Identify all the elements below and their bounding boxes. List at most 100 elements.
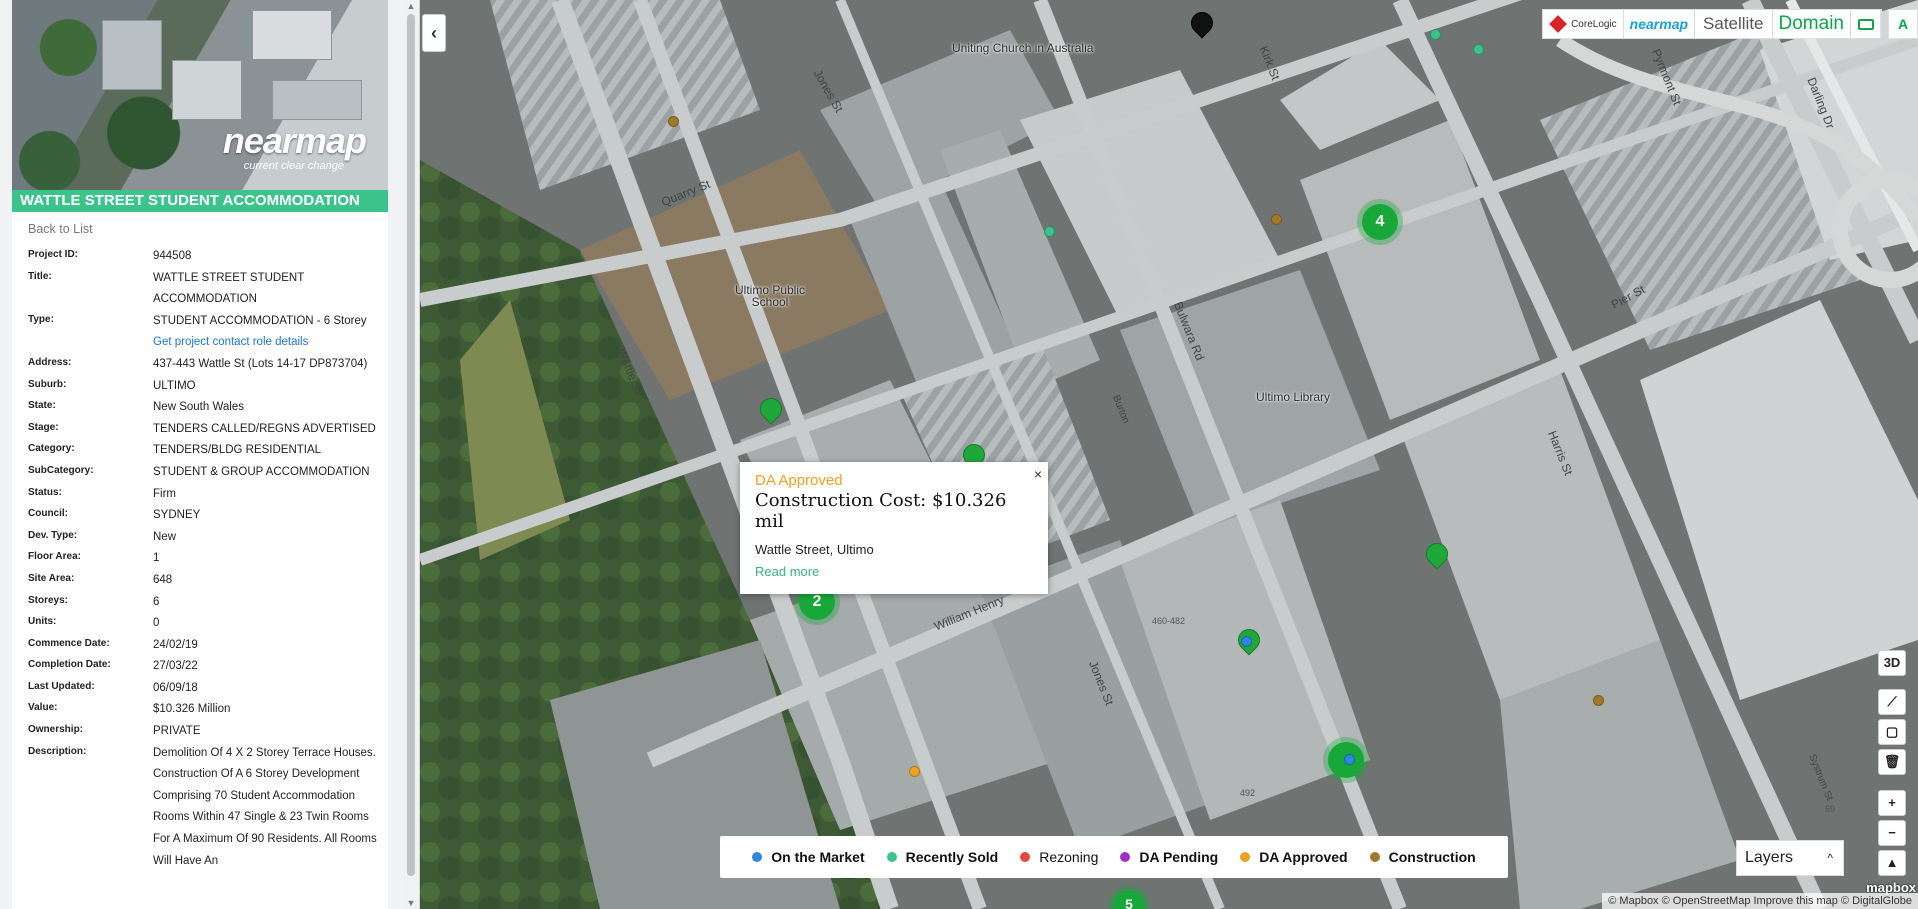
- detail-row: SubCategory: STUDENT & GROUP ACCOMMODATIO…: [28, 462, 388, 484]
- detail-value-text: 437-443 Wattle St (Lots 14-17 DP873704): [153, 357, 368, 370]
- detail-value: TENDERS/BLDG RESIDENTIAL: [153, 440, 381, 462]
- detail-label: Ownership:: [28, 724, 84, 736]
- detail-value-text: Firm: [153, 487, 176, 500]
- legend-label: Construction: [1388, 849, 1476, 865]
- on-market-dot[interactable]: [1344, 754, 1355, 765]
- contact-role-details-link[interactable]: Get project contact role details: [153, 332, 381, 354]
- legend-item[interactable]: Construction: [1369, 849, 1476, 865]
- nearmap-watermark-tagline: current clear change: [243, 160, 344, 172]
- read-more-link[interactable]: Read more: [755, 564, 1033, 579]
- school-label: Ultimo Public School: [734, 283, 806, 309]
- detail-value-text: 6: [153, 595, 160, 608]
- detail-value: Firm: [153, 484, 381, 506]
- detail-value-text: 648: [153, 573, 173, 586]
- legend-item[interactable]: DA Approved: [1240, 849, 1348, 865]
- legend-item[interactable]: Recently Sold: [886, 849, 998, 865]
- detail-value: 0: [153, 613, 381, 635]
- recently-sold-dot[interactable]: [1044, 226, 1055, 237]
- detail-row: Title: WATTLE STREET STUDENT ACCOMMODATIO…: [28, 268, 388, 311]
- corelogic-button[interactable]: CoreLogic: [1543, 10, 1624, 38]
- map-attribution[interactable]: © Mapbox © OpenStreetMap Improve this ma…: [1602, 893, 1918, 909]
- detail-row: Ownership: PRIVATE: [28, 721, 388, 743]
- detail-value: 6: [153, 592, 381, 614]
- detail-value-text: Demolition Of 4 X 2 Storey Terrace House…: [153, 746, 377, 867]
- detail-label: Type:: [28, 313, 54, 325]
- detail-label: Last Updated:: [28, 680, 95, 692]
- trash-icon: 🗑: [1883, 754, 1901, 769]
- detail-label: Dev. Type:: [28, 529, 78, 541]
- sidebar-content: nearmap current clear change WATTLE STRE…: [12, 0, 388, 909]
- corelogic-logo-icon: [1549, 15, 1567, 33]
- detail-value: 06/09/18: [153, 678, 381, 700]
- detail-label: Title:: [28, 270, 52, 282]
- detail-value: $10.326 Million: [153, 699, 381, 721]
- nearmap-button[interactable]: nearmap: [1624, 10, 1696, 38]
- detail-row: Address: 437-443 Wattle St (Lots 14-17 DP…: [28, 354, 388, 376]
- detail-value-text: PRIVATE: [153, 725, 201, 738]
- detail-label: Value:: [28, 702, 58, 714]
- chevron-left-icon: ‹: [431, 23, 437, 43]
- detail-value: PRIVATE: [153, 721, 381, 743]
- close-popup-icon[interactable]: ×: [1034, 466, 1042, 482]
- legend-dot-icon: [886, 852, 897, 862]
- zoom-in-button[interactable]: +: [1878, 790, 1906, 816]
- recently-sold-dot[interactable]: [1473, 44, 1484, 55]
- detail-value: 944508: [153, 246, 381, 268]
- delete-drawing-button[interactable]: 🗑: [1878, 749, 1906, 775]
- domain-button[interactable]: Domain: [1773, 10, 1851, 38]
- on-market-dot[interactable]: [1241, 636, 1252, 647]
- legend-item[interactable]: DA Pending: [1120, 849, 1218, 865]
- detail-row: Council: SYDNEY: [28, 505, 388, 527]
- sidebar-scrollbar[interactable]: ▲ ▼: [404, 0, 418, 909]
- recently-sold-dot[interactable]: [1430, 29, 1441, 40]
- id-card-icon: [1857, 18, 1874, 30]
- collapse-sidebar-button[interactable]: ‹: [422, 14, 446, 52]
- legend-dot-icon: [1240, 852, 1251, 862]
- church-label: Uniting Church in Australia: [952, 41, 1094, 55]
- cluster-marker[interactable]: 4: [1362, 204, 1398, 240]
- detail-row: Type: STUDENT ACCOMMODATION - 6 Storey Get…: [28, 311, 388, 354]
- map-view[interactable]: Uniting Church in Australia Ultimo Publi…: [420, 0, 1918, 909]
- detail-value-text: SYDNEY: [153, 509, 201, 522]
- scroll-down-icon[interactable]: ▼: [405, 897, 417, 909]
- construction-dot[interactable]: [668, 116, 679, 127]
- detail-label: Suburb:: [28, 378, 67, 390]
- detail-value: 437-443 Wattle St (Lots 14-17 DP873704): [153, 354, 381, 376]
- scroll-up-icon[interactable]: ▲: [405, 0, 417, 12]
- detail-row: State: New South Wales: [28, 397, 388, 419]
- detail-value-text: New: [153, 530, 177, 543]
- detail-value-text: 944508: [153, 250, 192, 262]
- detail-value: 27/03/22: [153, 656, 381, 678]
- user-avatar-button[interactable]: A: [1888, 9, 1918, 39]
- legend-label: DA Approved: [1259, 849, 1348, 865]
- detail-label: Council:: [28, 508, 68, 520]
- detail-value: ULTIMO: [153, 376, 381, 398]
- detail-value: Demolition Of 4 X 2 Storey Terrace House…: [153, 743, 381, 873]
- zoom-out-button[interactable]: −: [1878, 820, 1906, 846]
- detail-value-text: TENDERS CALLED/REGNS ADVERTISED: [153, 422, 376, 435]
- back-to-list-link[interactable]: Back to List: [12, 212, 388, 246]
- legend-label: DA Pending: [1139, 849, 1219, 865]
- da-approved-dot[interactable]: [909, 766, 920, 777]
- draw-line-button[interactable]: ⟋: [1878, 689, 1906, 715]
- detail-row: Floor Area: 1: [28, 548, 388, 570]
- detail-row: Completion Date: 27/03/22: [28, 656, 388, 678]
- construction-dot[interactable]: [1593, 695, 1604, 706]
- draw-polygon-button[interactable]: ▢: [1878, 719, 1906, 745]
- detail-row: Units: 0: [28, 613, 388, 635]
- legend-item[interactable]: Rezoning: [1020, 849, 1098, 865]
- detail-value-text: 0: [153, 617, 160, 630]
- detail-value-text: ULTIMO: [153, 379, 196, 392]
- nearmap-watermark: nearmap: [222, 120, 367, 161]
- legend-item[interactable]: On the Market: [752, 849, 865, 865]
- construction-dot[interactable]: [1271, 214, 1282, 225]
- id-card-button[interactable]: [1851, 10, 1881, 38]
- detail-value-text: TENDERS/BLDG RESIDENTIAL: [153, 444, 322, 457]
- detail-row: Last Updated: 06/09/18: [28, 678, 388, 700]
- scrollbar-thumb[interactable]: [407, 14, 415, 876]
- 3d-toggle-button[interactable]: 3D: [1878, 650, 1906, 676]
- layers-dropdown[interactable]: Layers ^: [1736, 840, 1844, 876]
- detail-row: Site Area: 648: [28, 570, 388, 592]
- compass-button[interactable]: ▲: [1878, 850, 1906, 876]
- satellite-button[interactable]: Satellite: [1695, 10, 1773, 38]
